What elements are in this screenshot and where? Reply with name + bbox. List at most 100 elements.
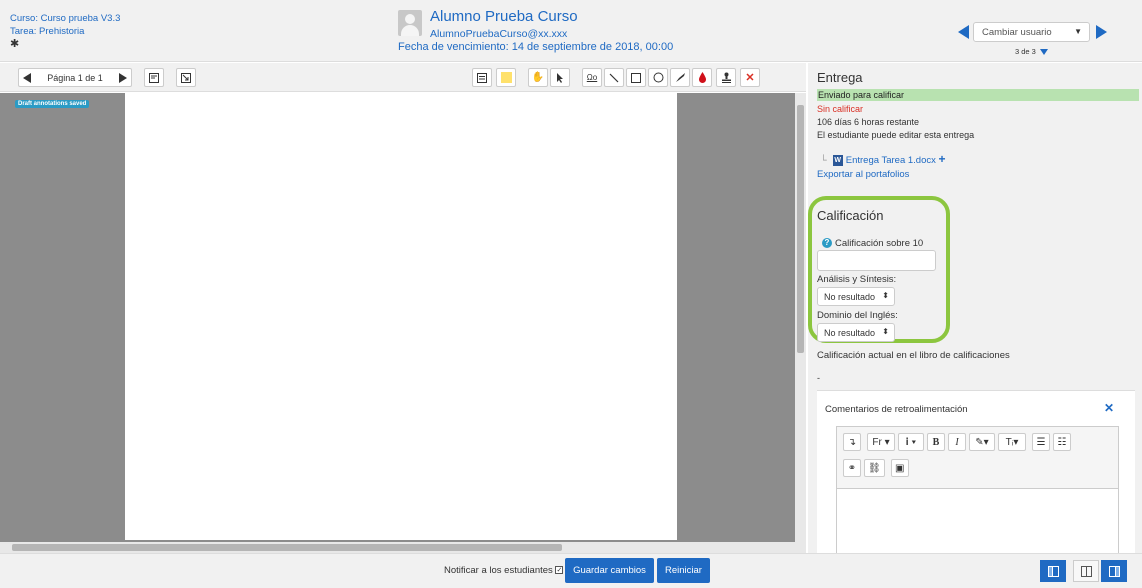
next-page-icon[interactable] [118, 72, 127, 83]
criteria-english-select[interactable]: No resultado ⬍ [817, 323, 895, 342]
user-name[interactable]: Alumno Prueba Curso [430, 8, 578, 25]
vertical-scrollbar[interactable] [795, 93, 806, 545]
pan-button[interactable]: ✋ [528, 68, 548, 87]
pen-icon [675, 73, 685, 82]
highlighter-icon [698, 72, 706, 83]
help-icon[interactable]: ? [822, 238, 832, 249]
stamp-person-button[interactable] [716, 68, 736, 87]
oval-icon [653, 72, 663, 83]
stamp-button[interactable]: Ωo [582, 68, 602, 87]
oval-button[interactable] [648, 68, 668, 87]
submission-title: Entrega [817, 70, 863, 85]
user-count-text: 3 de 3 [1015, 47, 1036, 56]
stamp-icon: Ωo [586, 73, 598, 82]
brush-icon[interactable]: ✎▾ [969, 433, 995, 451]
select-button[interactable] [550, 68, 570, 87]
change-user-select[interactable]: Cambiar usuario ▼ [973, 22, 1090, 42]
reset-button[interactable]: Reiniciar [657, 558, 710, 583]
image-icon[interactable]: ▣ [890, 459, 909, 477]
select-arrow-icon [557, 72, 563, 83]
select-arrows-icon: ⬍ [882, 291, 889, 300]
editor-toolbar-row-1: ↴ Fr ▾ 𝐢 ▾ B I ✎▾ Tᵢ▾ ☰ ☷ [843, 433, 1071, 451]
save-button[interactable]: Guardar cambios [565, 558, 654, 583]
notify-label: Notificar a los estudiantes [444, 565, 553, 576]
rectangle-icon [631, 72, 641, 83]
layout-split-icon [1080, 565, 1092, 577]
filter-icon[interactable] [1039, 49, 1048, 56]
italic-icon[interactable]: I [948, 433, 966, 451]
color-swatch-button[interactable] [496, 68, 516, 87]
feedback-textarea[interactable] [837, 488, 1118, 553]
criteria-analysis-label: Análisis y Síntesis: [817, 274, 897, 285]
criteria-english-label: Dominio del Inglés: [817, 310, 898, 321]
tree-branch-icon: └ [820, 155, 827, 166]
header-bar: Curso: Curso prueba V3.3 Tarea: Prehisto… [0, 0, 1142, 62]
search-comments-button[interactable] [144, 68, 164, 87]
submitted-file: └ W Entrega Tarea 1.docx + [820, 152, 946, 166]
layout-collapse-grade-button[interactable] [1040, 560, 1066, 582]
link-icon[interactable]: ⚭ [843, 459, 861, 477]
layout-left-icon [1047, 565, 1059, 577]
highlighter-button[interactable] [692, 68, 712, 87]
bold-icon[interactable]: B [927, 433, 945, 451]
expand-icon[interactable]: ✕ [1104, 401, 1114, 415]
previous-page-icon[interactable] [23, 72, 31, 83]
draft-annotations-badge: Draft annotations saved [15, 100, 90, 108]
plus-icon[interactable]: + [939, 152, 946, 166]
grade-input[interactable] [817, 250, 936, 271]
next-user-icon[interactable] [1096, 25, 1107, 39]
user-count: 3 de 3 [1015, 47, 1048, 56]
info-icon[interactable]: 𝐢 ▾ [898, 433, 924, 451]
comment-button[interactable] [472, 68, 492, 87]
layout-collapse-review-button[interactable] [1101, 560, 1127, 582]
submission-status: Enviado para calificar [817, 89, 1139, 101]
page-label[interactable]: Página 1 de 1 [47, 73, 103, 83]
chevron-down-icon: ▼ [1074, 27, 1082, 36]
due-date: Fecha de vencimiento: 14 de septiembre d… [398, 41, 674, 53]
gear-icon[interactable]: ✱ [10, 38, 120, 51]
comment-icon [477, 72, 487, 83]
criteria-analysis-value: No resultado [824, 292, 876, 302]
grade-label-text: Calificación sobre 10 [835, 238, 924, 249]
user-switcher: Cambiar usuario ▼ 3 de 3 [958, 22, 1108, 58]
font-size-icon[interactable]: Tᵢ▾ [998, 433, 1026, 451]
vertical-scroll-thumb[interactable] [797, 105, 804, 353]
footer-bar: Notificar a los estudiantes ✓ Guardar ca… [0, 553, 1142, 588]
line-button[interactable] [604, 68, 624, 87]
select-arrows-icon: ⬍ [882, 327, 889, 336]
file-link[interactable]: Entrega Tarea 1.docx [846, 155, 936, 166]
annotation-toolbar: Página 1 de 1 ✋ Ωo ✕ [0, 63, 806, 92]
pen-button[interactable] [670, 68, 690, 87]
feedback-section: Comentarios de retroalimentación ✕ ↴ Fr … [817, 390, 1135, 553]
search-comments-icon [149, 72, 159, 83]
unlink-icon[interactable]: ⛓ [864, 459, 885, 477]
feedback-title: Comentarios de retroalimentación [825, 404, 968, 415]
rectangle-button[interactable] [626, 68, 646, 87]
layout-split-button[interactable] [1073, 560, 1099, 582]
horizontal-scrollbar[interactable] [0, 542, 806, 553]
expand-comments-button[interactable] [176, 68, 196, 87]
unordered-list-icon[interactable]: ☰ [1032, 433, 1050, 451]
delete-icon: ✕ [745, 72, 755, 84]
feedback-editor: ↴ Fr ▾ 𝐢 ▾ B I ✎▾ Tᵢ▾ ☰ ☷ ⚭ ⛓ ▣ [836, 426, 1119, 553]
pdf-viewer[interactable]: Draft annotations saved [0, 93, 806, 553]
ordered-list-icon[interactable]: ☷ [1053, 433, 1071, 451]
criteria-analysis-select[interactable]: No resultado ⬍ [817, 287, 895, 306]
previous-user-icon[interactable] [958, 25, 969, 39]
export-portfolio-link[interactable]: Exportar al portafolios [817, 169, 909, 180]
font-family-icon[interactable]: Fr ▾ [867, 433, 895, 451]
grade-label: ? Calificación sobre 10 [822, 238, 923, 249]
editor-toolbar-row-2: ⚭ ⛓ ▣ [843, 459, 909, 477]
pdf-page[interactable] [125, 93, 677, 540]
course-link[interactable]: Curso: Curso prueba V3.3 [10, 12, 120, 25]
stamp-person-icon [721, 72, 731, 83]
color-swatch-icon [500, 72, 512, 83]
horizontal-scroll-thumb[interactable] [12, 544, 562, 551]
toolbar-toggle-icon[interactable]: ↴ [843, 433, 861, 451]
user-email[interactable]: AlumnoPruebaCurso@xx.xxx [430, 28, 567, 40]
current-gradebook-value: - [817, 373, 820, 383]
delete-button[interactable]: ✕ [740, 68, 760, 87]
word-doc-icon: W [832, 154, 843, 166]
task-link[interactable]: Tarea: Prehistoria [10, 25, 120, 38]
notify-checkbox[interactable]: ✓ [555, 566, 564, 575]
